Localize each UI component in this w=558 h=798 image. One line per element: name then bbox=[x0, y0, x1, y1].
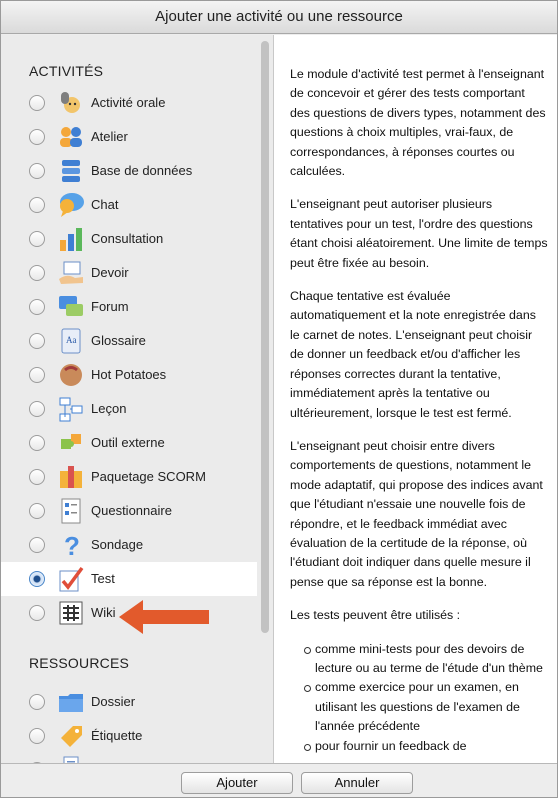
option-atelier[interactable]: Atelier bbox=[1, 120, 257, 154]
dialog-footer: Ajouter Annuler bbox=[1, 763, 557, 797]
description-bullet: comme mini-tests pour des devoirs de lec… bbox=[304, 640, 548, 679]
option-chat[interactable]: Chat bbox=[1, 188, 257, 222]
option-label: Consultation bbox=[91, 231, 164, 246]
option-sondage[interactable]: ? Sondage bbox=[1, 528, 257, 562]
option-base-de-donn-es[interactable]: Base de données bbox=[1, 154, 257, 188]
radio-button[interactable] bbox=[29, 231, 45, 247]
option-label: Wiki bbox=[91, 605, 116, 620]
red-arrow-annotation bbox=[119, 600, 209, 634]
uses-list: comme mini-tests pour des devoirs de lec… bbox=[290, 640, 548, 756]
option-label: Dossier bbox=[91, 694, 136, 709]
radio-button[interactable] bbox=[29, 197, 45, 213]
radio-button[interactable] bbox=[29, 537, 45, 553]
page-icon bbox=[57, 756, 85, 763]
option-le-on[interactable]: Leçon bbox=[1, 392, 257, 426]
description-bullet: comme exercice pour un examen, en utilis… bbox=[304, 678, 548, 736]
radio-button[interactable] bbox=[29, 265, 45, 281]
option-hot-potatoes[interactable]: Hot Potatoes bbox=[1, 358, 257, 392]
option-label: Outil externe bbox=[91, 435, 165, 450]
description-paragraph: Les tests peuvent être utilisés : bbox=[290, 608, 461, 623]
microphone-face-icon bbox=[57, 89, 85, 117]
radio-button[interactable] bbox=[29, 333, 45, 349]
option-forum[interactable]: Forum bbox=[1, 290, 257, 324]
folder-icon bbox=[57, 688, 85, 716]
option-label: Forum bbox=[91, 299, 129, 314]
resources-header: RESSOURCES bbox=[29, 655, 130, 671]
option--tiquette[interactable]: Étiquette bbox=[1, 719, 257, 753]
radio-button[interactable] bbox=[29, 163, 45, 179]
radio-button[interactable] bbox=[29, 367, 45, 383]
scorm-package-icon bbox=[57, 463, 85, 491]
radio-button[interactable] bbox=[29, 129, 45, 145]
description-paragraph: L'enseignant peut choisir entre divers c… bbox=[290, 438, 543, 589]
module-description: Le module d'activité test permet à l'ens… bbox=[273, 35, 557, 763]
activity-chooser-dialog: Ajouter une activité ou une ressource AC… bbox=[0, 0, 558, 798]
option-label: Sondage bbox=[91, 537, 144, 552]
option-paquetage-scorm[interactable]: Paquetage SCORM bbox=[1, 460, 257, 494]
lesson-flow-icon bbox=[57, 395, 85, 423]
activity-list-panel: ACTIVITÉS Activité orale Atelier Base de d… bbox=[1, 35, 273, 763]
option-outil-externe[interactable]: Outil externe bbox=[1, 426, 257, 460]
bar-chart-icon bbox=[57, 225, 85, 253]
description-bullet: pour fournir un feedback de bbox=[304, 737, 548, 756]
description-paragraph: Chaque tentative est évaluée automatique… bbox=[290, 289, 536, 420]
option-devoir[interactable]: Devoir bbox=[1, 256, 257, 290]
radio-button[interactable] bbox=[29, 401, 45, 417]
puzzle-piece-icon bbox=[57, 429, 85, 457]
activities-header: ACTIVITÉS bbox=[29, 63, 104, 79]
option-glossaire[interactable]: Aa Glossaire bbox=[1, 324, 257, 358]
radio-button[interactable] bbox=[29, 571, 45, 587]
label-tag-icon bbox=[57, 722, 85, 750]
radio-button[interactable] bbox=[29, 435, 45, 451]
description-paragraph: L'enseignant peut autoriser plusieurs te… bbox=[290, 197, 548, 270]
assignment-hand-icon bbox=[57, 259, 85, 287]
checkmark-test-icon bbox=[57, 565, 85, 593]
dialog-title: Ajouter une activité ou une ressource bbox=[1, 1, 557, 34]
cancel-button[interactable]: Annuler bbox=[301, 772, 413, 794]
glossary-book-icon: Aa bbox=[57, 327, 85, 355]
option-label: Chat bbox=[91, 197, 119, 212]
option-activit-orale[interactable]: Activité orale bbox=[1, 86, 257, 120]
database-icon bbox=[57, 157, 85, 185]
description-paragraph: Le module d'activité test permet à l'ens… bbox=[290, 67, 546, 179]
question-mark-icon: ? bbox=[57, 531, 85, 561]
svg-text:?: ? bbox=[64, 531, 80, 559]
option-consultation[interactable]: Consultation bbox=[1, 222, 257, 256]
workshop-people-icon bbox=[57, 123, 85, 151]
option-label: Glossaire bbox=[91, 333, 146, 348]
option-label: Paquetage SCORM bbox=[91, 469, 206, 484]
option-label: Test bbox=[91, 571, 115, 586]
wiki-icon bbox=[57, 599, 85, 627]
option-label: Activité orale bbox=[91, 95, 166, 110]
chat-bubble-icon bbox=[57, 191, 85, 219]
svg-text:Aa: Aa bbox=[66, 335, 77, 345]
radio-button[interactable] bbox=[29, 728, 45, 744]
hot-potatoes-icon bbox=[57, 361, 85, 389]
partially-visible-option[interactable] bbox=[1, 753, 257, 763]
add-button[interactable]: Ajouter bbox=[181, 772, 293, 794]
option-label: Leçon bbox=[91, 401, 127, 416]
option-label: Étiquette bbox=[91, 728, 143, 743]
radio-button[interactable] bbox=[29, 299, 45, 315]
option-label: Hot Potatoes bbox=[91, 367, 167, 382]
option-dossier[interactable]: Dossier bbox=[1, 685, 257, 719]
option-test[interactable]: Test bbox=[1, 562, 257, 596]
questionnaire-icon bbox=[57, 497, 85, 525]
list-scrollbar-thumb[interactable] bbox=[261, 41, 269, 633]
option-label: Atelier bbox=[91, 129, 128, 144]
option-label: Devoir bbox=[91, 265, 129, 280]
option-label: Questionnaire bbox=[91, 503, 172, 518]
radio-button[interactable] bbox=[29, 694, 45, 710]
radio-button[interactable] bbox=[29, 469, 45, 485]
radio-button[interactable] bbox=[29, 95, 45, 111]
radio-button[interactable] bbox=[29, 605, 45, 621]
option-questionnaire[interactable]: Questionnaire bbox=[1, 494, 257, 528]
radio-button[interactable] bbox=[29, 503, 45, 519]
option-label: Base de données bbox=[91, 163, 193, 178]
forum-icon bbox=[57, 293, 85, 321]
